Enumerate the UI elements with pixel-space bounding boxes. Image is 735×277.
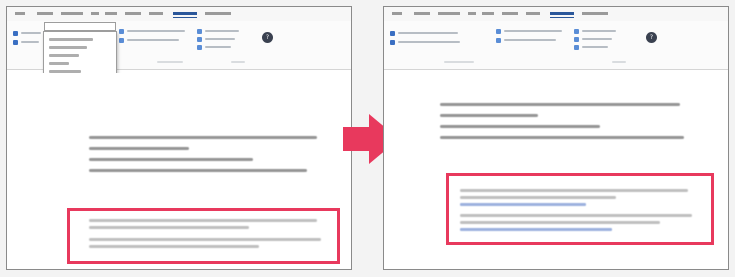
ribbon-button-label bbox=[582, 30, 616, 32]
ribbon-tab[interactable] bbox=[468, 12, 476, 15]
ribbon-button-label bbox=[205, 38, 235, 40]
ribbon-group-label bbox=[612, 61, 626, 63]
ribbon-button-icon[interactable] bbox=[13, 40, 18, 45]
dropdown-option[interactable] bbox=[49, 38, 93, 41]
bibliography-highlight-box bbox=[446, 173, 714, 245]
body-text-line bbox=[440, 114, 538, 117]
ribbon-button-label bbox=[127, 39, 179, 41]
ribbon-tab-bar bbox=[7, 7, 351, 22]
ribbon-button-label bbox=[504, 39, 556, 41]
ribbon-button-label bbox=[205, 30, 239, 32]
ribbon-button-icon[interactable] bbox=[13, 31, 18, 36]
ribbon-button-icon[interactable] bbox=[496, 38, 501, 43]
ribbon-tab[interactable] bbox=[105, 12, 117, 15]
ribbon-tab[interactable] bbox=[414, 12, 430, 15]
dropdown-option[interactable] bbox=[49, 54, 79, 57]
ribbon-button-icon[interactable] bbox=[197, 45, 202, 50]
ribbon-tab-references-active[interactable] bbox=[173, 12, 197, 18]
ribbon-tab[interactable] bbox=[482, 12, 494, 15]
ribbon-tab[interactable] bbox=[91, 12, 99, 15]
ribbon-tab[interactable] bbox=[149, 12, 163, 15]
body-text-line bbox=[440, 136, 684, 139]
body-text-line bbox=[89, 158, 253, 161]
ribbon-button-label bbox=[582, 38, 612, 40]
ribbon-tab[interactable] bbox=[61, 12, 83, 15]
ribbon-button-label bbox=[21, 41, 39, 43]
ribbon-body: ? bbox=[384, 21, 728, 70]
body-text-line bbox=[89, 136, 317, 139]
ribbon-tab-references-active[interactable] bbox=[550, 12, 574, 18]
ribbon-group-label bbox=[157, 61, 183, 63]
ribbon-button-icon[interactable] bbox=[119, 29, 124, 34]
ribbon-tab[interactable] bbox=[392, 12, 402, 15]
ribbon-button-icon[interactable] bbox=[390, 31, 395, 36]
dropdown-option[interactable] bbox=[49, 62, 69, 65]
body-text-line bbox=[440, 103, 680, 106]
ribbon-button-label bbox=[582, 46, 608, 48]
body-text-line bbox=[89, 169, 307, 172]
ribbon-group-label bbox=[231, 61, 245, 63]
dropdown-option[interactable] bbox=[49, 46, 87, 49]
ribbon-button-icon[interactable] bbox=[197, 37, 202, 42]
ribbon-button-icon[interactable] bbox=[574, 45, 579, 50]
ribbon-button-icon[interactable] bbox=[197, 29, 202, 34]
help-icon[interactable]: ? bbox=[262, 32, 273, 43]
ribbon-tab[interactable] bbox=[582, 12, 608, 15]
ribbon-button-label bbox=[127, 30, 185, 32]
ribbon-group-label bbox=[444, 61, 474, 63]
ribbon-button-icon[interactable] bbox=[496, 29, 501, 34]
ribbon-tab[interactable] bbox=[438, 12, 460, 15]
ribbon-button-label bbox=[504, 30, 562, 32]
ribbon-tab-bar bbox=[384, 7, 728, 22]
ribbon-button-icon[interactable] bbox=[574, 29, 579, 34]
ribbon-button-label bbox=[398, 32, 458, 34]
body-text-line bbox=[440, 125, 600, 128]
ribbon-button-label bbox=[205, 46, 231, 48]
ribbon-button-icon[interactable] bbox=[119, 38, 124, 43]
ribbon-tab[interactable] bbox=[15, 12, 25, 15]
ribbon-tab[interactable] bbox=[502, 12, 518, 15]
ribbon-button-icon[interactable] bbox=[574, 37, 579, 42]
bibliography-highlight-box bbox=[67, 208, 340, 264]
ribbon-button-icon[interactable] bbox=[390, 40, 395, 45]
after-screenshot-panel: ? bbox=[383, 6, 729, 270]
body-text-line bbox=[89, 147, 189, 150]
citation-style-select[interactable] bbox=[44, 22, 116, 31]
ribbon-tab[interactable] bbox=[526, 12, 540, 15]
ribbon-tab[interactable] bbox=[125, 12, 141, 15]
ribbon-button-label bbox=[21, 32, 41, 34]
ribbon-tab[interactable] bbox=[205, 12, 231, 15]
help-icon[interactable]: ? bbox=[646, 32, 657, 43]
before-screenshot-panel: ? bbox=[6, 6, 352, 270]
ribbon-button-label bbox=[398, 41, 460, 43]
ribbon-tab[interactable] bbox=[37, 12, 53, 15]
